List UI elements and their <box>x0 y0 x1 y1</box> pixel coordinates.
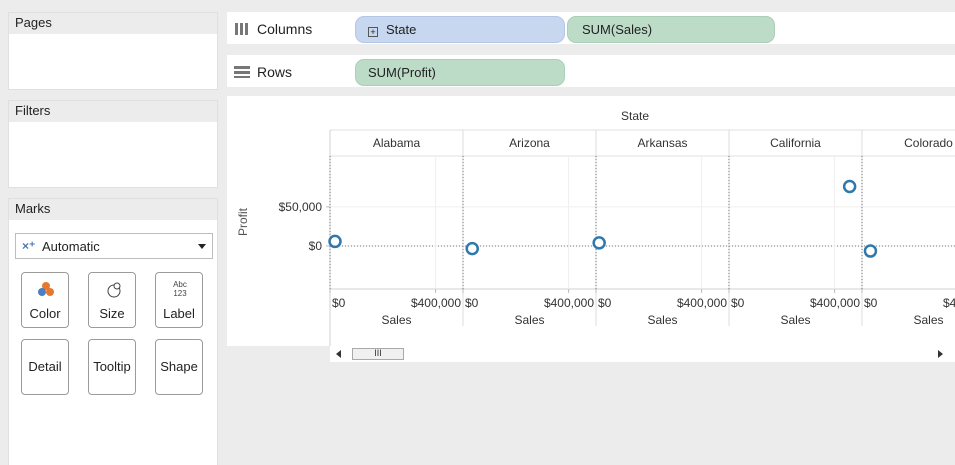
y-tick-label: $50,000 <box>279 200 323 214</box>
label-icon: Abc 123 <box>156 279 202 299</box>
sum-profit-pill-label: SUM(Profit) <box>368 65 436 80</box>
scatter-point-arkansas[interactable] <box>592 236 606 250</box>
panel-header-label: California <box>770 136 821 150</box>
filters-card-title: Filters <box>9 101 217 123</box>
state-pill-label: State <box>386 22 417 37</box>
size-button-label: Size <box>99 306 125 321</box>
tooltip-button[interactable]: Tooltip <box>88 339 136 395</box>
detail-button-label: Detail <box>28 359 62 374</box>
x-tick-label: $0 <box>465 296 479 310</box>
filters-card[interactable]: Filters <box>8 100 218 188</box>
size-icon <box>89 279 135 299</box>
y-tick-label: $0 <box>309 239 323 253</box>
x-tick-label: $400,000 <box>411 296 461 310</box>
state-pill[interactable]: + State <box>355 16 565 43</box>
scatter-point-alabama[interactable] <box>328 234 342 249</box>
tooltip-button-label: Tooltip <box>93 359 131 374</box>
horizontal-scrollbar[interactable]: III <box>330 346 955 362</box>
x-axis-title: Sales <box>381 313 411 327</box>
scroll-thumb[interactable]: III <box>352 348 404 360</box>
panel-arkansas: Arkansas $0 $400,000Sales <box>595 130 730 327</box>
size-button[interactable]: Size <box>88 272 136 328</box>
chevron-down-icon <box>198 244 206 249</box>
columns-shelf-label: Columns <box>257 21 313 37</box>
automatic-mark-icon: ×⁺ <box>22 239 36 253</box>
panel-arizona: Arizona $0 $400,000Sales <box>462 130 597 327</box>
viz-view[interactable]: State Profit $50,000 $0 Alabama $0 $400,000 Sa… <box>227 96 955 346</box>
sum-sales-pill-label: SUM(Sales) <box>582 22 653 37</box>
marks-card-title: Marks <box>9 199 217 221</box>
scatter-point-california[interactable] <box>842 179 857 194</box>
color-button[interactable]: Color <box>21 272 69 328</box>
label-button[interactable]: Abc 123 Label <box>155 272 203 328</box>
shape-button[interactable]: Shape <box>155 339 203 395</box>
x-tick-label: $400,000 <box>810 296 860 310</box>
svg-text:123: 123 <box>173 289 187 298</box>
x-tick-label: $0 <box>332 296 346 310</box>
state-header-title: State <box>621 109 649 123</box>
expand-icon: + <box>368 27 378 37</box>
svg-text:Abc: Abc <box>173 280 187 289</box>
scatter-chart: StateProfit$50,000$0 Alabama$0 $400,000Sa… <box>236 109 955 346</box>
x-axis-title: Sales <box>780 313 810 327</box>
mark-type-dropdown[interactable]: ×⁺ Automatic <box>15 233 213 259</box>
panel-alabama: Alabama $0 $400,000Sales <box>329 130 464 327</box>
scroll-right-arrow-icon[interactable] <box>938 350 943 358</box>
panel-header-label: Arizona <box>509 136 550 150</box>
sum-profit-pill[interactable]: SUM(Profit) <box>355 59 565 86</box>
detail-button[interactable]: Detail <box>21 339 69 395</box>
x-tick-label: $0 <box>864 296 878 310</box>
rows-icon <box>234 66 250 78</box>
x-axis-title: Sales <box>514 313 544 327</box>
x-tick-label: $0 <box>598 296 612 310</box>
panel-header-label: Arkansas <box>637 136 687 150</box>
scatter-point-arizona[interactable] <box>465 241 479 256</box>
rows-shelf[interactable]: Rows SUM(Profit) <box>227 55 955 87</box>
shape-button-label: Shape <box>160 359 198 374</box>
panel-header-label: Alabama <box>373 136 421 150</box>
panel-colorado: Colorado $0 $400,000Sales <box>861 136 955 327</box>
label-button-label: Label <box>163 306 195 321</box>
scroll-left-arrow-icon[interactable] <box>336 350 341 358</box>
x-tick-label: $0 <box>731 296 745 310</box>
x-axis-title: Sales <box>913 313 943 327</box>
x-tick-label: $400,000 <box>677 296 727 310</box>
color-icon <box>22 279 68 299</box>
marks-card[interactable]: Marks ×⁺ Automatic Color Size Abc 123 Lab… <box>8 198 218 465</box>
sum-sales-pill[interactable]: SUM(Sales) <box>567 16 775 43</box>
panel-california: California $0 $400,000Sales <box>728 130 863 327</box>
mark-type-value: Automatic <box>42 239 100 254</box>
x-axis-title: Sales <box>647 313 677 327</box>
x-tick-label: $400,000 <box>943 296 955 310</box>
color-button-label: Color <box>29 306 61 321</box>
pages-card-title: Pages <box>9 13 217 35</box>
x-tick-label: $400,000 <box>544 296 594 310</box>
pages-card[interactable]: Pages <box>8 12 218 90</box>
y-axis-title: Profit <box>236 207 250 236</box>
rows-shelf-label: Rows <box>257 64 293 80</box>
scatter-point-colorado[interactable] <box>863 244 878 258</box>
panel-header-label: Colorado <box>904 136 953 150</box>
columns-icon <box>235 23 248 35</box>
columns-shelf[interactable]: Columns + State SUM(Sales) <box>227 12 955 44</box>
